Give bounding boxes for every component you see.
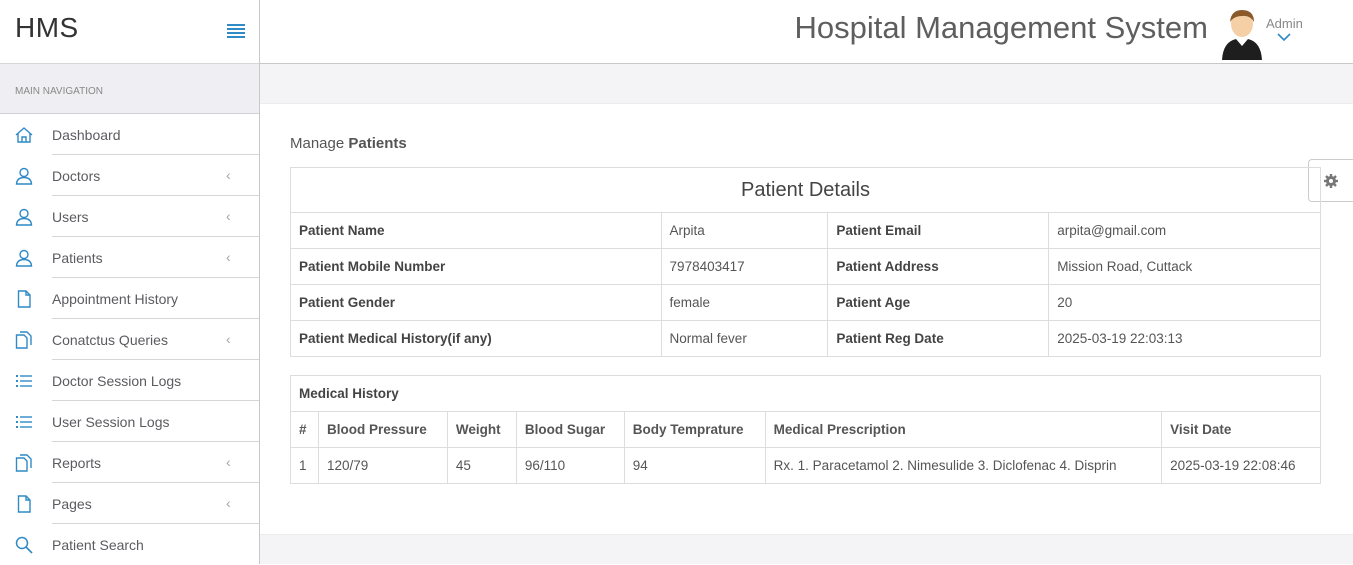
detail-label: Patient Mobile Number [290, 248, 662, 285]
table-cell: 120/79 [317, 447, 448, 484]
chevron-left-icon[interactable]: ‹ [226, 249, 231, 265]
sidebar-item-patient-search[interactable]: Patient Search [0, 524, 259, 565]
nav-heading: MAIN NAVIGATION [0, 64, 259, 114]
detail-label: Patient Medical History(if any) [290, 320, 662, 357]
page-title-prefix: Manage [290, 135, 349, 152]
detail-label: Patient Reg Date [827, 320, 1050, 357]
medical-history-table: Medical History # Blood Pressure Weight Blo… [290, 375, 1321, 484]
sidebar-item-label: Reports [52, 455, 102, 471]
sidebar-item-user-session-logs[interactable]: User Session Logs [0, 401, 259, 442]
table-cell: 1 [290, 447, 319, 484]
app-title: Hospital Management System [794, 10, 1208, 45]
column-header: Medical Prescription [764, 411, 1163, 448]
detail-value: Mission Road, Cuttack [1048, 248, 1321, 285]
sidebar-item-label: Patients [52, 250, 103, 266]
sidebar-item-doctor-session-logs[interactable]: Doctor Session Logs [0, 360, 259, 401]
detail-row: Patient Gender female Patient Age 20 [290, 284, 1321, 321]
detail-label: Patient Name [290, 212, 662, 249]
brand-logo[interactable]: HMS [15, 12, 79, 44]
gear-icon [1324, 174, 1338, 188]
column-header: Body Temprature [623, 411, 766, 448]
sidebar: HMS MAIN NAVIGATION Dashboard Doctors ‹ Use… [0, 0, 260, 564]
table-cell: 2025-03-19 22:08:46 [1161, 447, 1321, 484]
column-header: Blood Sugar [515, 411, 625, 448]
sidebar-item-pages[interactable]: Pages ‹ [0, 483, 259, 524]
file-icon [17, 495, 31, 513]
detail-value: Normal fever [660, 320, 829, 357]
sidebar-item-label: Conatctus Queries [52, 332, 168, 348]
chevron-left-icon[interactable]: ‹ [226, 495, 231, 511]
column-header: Visit Date [1161, 411, 1321, 448]
topbar: Hospital Management System Admin [260, 0, 1353, 64]
user-name[interactable]: Admin [1266, 16, 1303, 31]
menu-toggle-icon[interactable] [227, 24, 245, 38]
detail-row: Patient Mobile Number 7978403417 Patient A… [290, 248, 1321, 285]
column-header: Blood Pressure [317, 411, 448, 448]
sub-header-bar [260, 64, 1353, 104]
sidebar-item-label: Appointment History [52, 291, 179, 307]
files-icon [15, 454, 32, 472]
medical-history-caption: Medical History [290, 375, 1321, 412]
chevron-left-icon[interactable]: ‹ [226, 331, 231, 347]
detail-label: Patient Gender [290, 284, 662, 321]
user-icon [15, 208, 33, 226]
table-cell: 96/110 [515, 447, 625, 484]
page-title-main: Patients [348, 135, 407, 152]
file-icon [17, 290, 31, 308]
table-row: 1 120/79 45 96/110 94 Rx. 1. Paracetamol 2. N… [290, 447, 1321, 484]
detail-row: Patient Name Arpita Patient Email arpita@gm… [290, 212, 1321, 249]
brand-bar: HMS [0, 0, 259, 64]
files-icon [15, 331, 32, 349]
sidebar-item-label: Patient Search [52, 537, 144, 553]
sidebar-item-label: User Session Logs [52, 414, 170, 430]
detail-value: 20 [1048, 284, 1321, 321]
sidebar-item-label: Dashboard [52, 127, 121, 143]
detail-row: Patient Medical History(if any) Normal fe… [290, 320, 1321, 357]
sidebar-item-appointment-history[interactable]: Appointment History [0, 278, 259, 319]
sidebar-item-label: Doctors [52, 168, 101, 184]
column-header: Weight [446, 411, 517, 448]
sidebar-item-label: Pages [52, 496, 92, 512]
detail-label: Patient Address [827, 248, 1050, 285]
detail-value: 7978403417 [660, 248, 829, 285]
sidebar-item-reports[interactable]: Reports ‹ [0, 442, 259, 483]
home-icon [15, 127, 33, 143]
footer-bar [260, 534, 1353, 564]
table-cell: 94 [623, 447, 766, 484]
chevron-left-icon[interactable]: ‹ [226, 167, 231, 183]
search-icon [15, 536, 33, 554]
list-icon [16, 375, 32, 387]
nav-list: Dashboard Doctors ‹ Users ‹ Patients ‹ Appointm… [0, 114, 259, 565]
sidebar-item-label: Users [52, 209, 89, 225]
detail-label: Patient Email [827, 212, 1050, 249]
detail-label: Patient Age [827, 284, 1050, 321]
chevron-left-icon[interactable]: ‹ [226, 454, 231, 470]
list-icon [16, 416, 32, 428]
detail-value: 2025-03-19 22:03:13 [1048, 320, 1321, 357]
user-icon [15, 167, 33, 185]
detail-value: female [660, 284, 829, 321]
chevron-down-icon[interactable] [1277, 32, 1291, 42]
chevron-left-icon[interactable]: ‹ [226, 208, 231, 224]
patient-details-caption: Patient Details [290, 167, 1321, 213]
main-content: Manage Patients Patient Details Patient … [260, 104, 1353, 534]
table-cell: 45 [446, 447, 517, 484]
sidebar-item-conatctus-queries[interactable]: Conatctus Queries ‹ [0, 319, 259, 360]
sidebar-item-patients[interactable]: Patients ‹ [0, 237, 259, 278]
column-header: # [290, 411, 319, 448]
detail-value: arpita@gmail.com [1048, 212, 1321, 249]
sidebar-item-dashboard[interactable]: Dashboard [0, 114, 259, 155]
table-cell: Rx. 1. Paracetamol 2. Nimesulide 3. Dicl… [764, 447, 1163, 484]
user-avatar-icon[interactable] [1220, 8, 1264, 60]
user-icon [15, 249, 33, 267]
page-title: Manage Patients [290, 135, 407, 152]
sidebar-item-doctors[interactable]: Doctors ‹ [0, 155, 259, 196]
sidebar-item-users[interactable]: Users ‹ [0, 196, 259, 237]
patient-details-table: Patient Details Patient Name Arpita Patien… [290, 167, 1321, 357]
sidebar-item-label: Doctor Session Logs [52, 373, 182, 389]
detail-value: Arpita [660, 212, 829, 249]
